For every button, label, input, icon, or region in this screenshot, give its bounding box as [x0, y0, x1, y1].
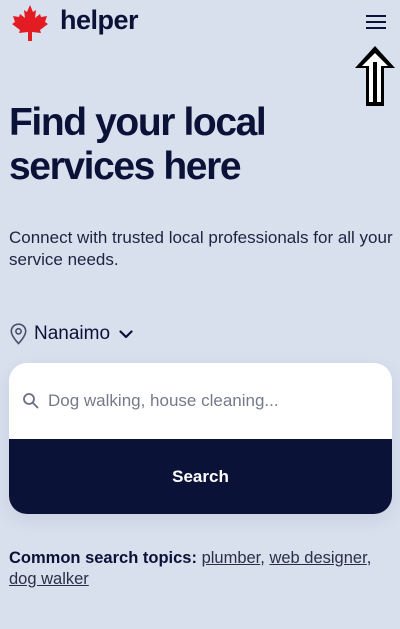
common-topics: Common search topics: plumber, web desig…: [9, 549, 372, 588]
topics-label: Common search topics:: [9, 549, 197, 567]
up-arrow-icon: [355, 46, 395, 106]
search-card: Search: [9, 363, 392, 514]
header: helper: [0, 0, 400, 50]
search-button[interactable]: Search: [9, 439, 392, 514]
topic-link-plumber[interactable]: plumber: [202, 549, 261, 567]
page-title: Find your local services here: [9, 101, 329, 189]
topic-link-web-designer[interactable]: web designer: [269, 549, 366, 567]
topic-link-dog-walker[interactable]: dog walker: [9, 570, 89, 588]
map-pin-icon: [10, 323, 27, 345]
maple-leaf-icon[interactable]: [10, 4, 50, 42]
title-line-2: services here: [9, 145, 242, 188]
title-line-1: Find your local: [9, 101, 267, 144]
brand-name[interactable]: helper: [60, 5, 139, 36]
location-selector[interactable]: Nanaimo: [10, 320, 133, 348]
chevron-down-icon[interactable]: [119, 329, 133, 339]
page: helper Find your local services here Con…: [0, 0, 400, 629]
menu-line: [366, 15, 386, 17]
hamburger-menu-icon[interactable]: [364, 12, 388, 34]
search-icon: [23, 393, 39, 409]
location-value: Nanaimo: [34, 323, 111, 344]
menu-line: [366, 21, 386, 23]
menu-line: [366, 27, 386, 29]
hero-subtitle: Connect with trusted local professionals…: [9, 228, 393, 269]
search-input[interactable]: [48, 391, 378, 411]
search-field: [9, 363, 392, 439]
